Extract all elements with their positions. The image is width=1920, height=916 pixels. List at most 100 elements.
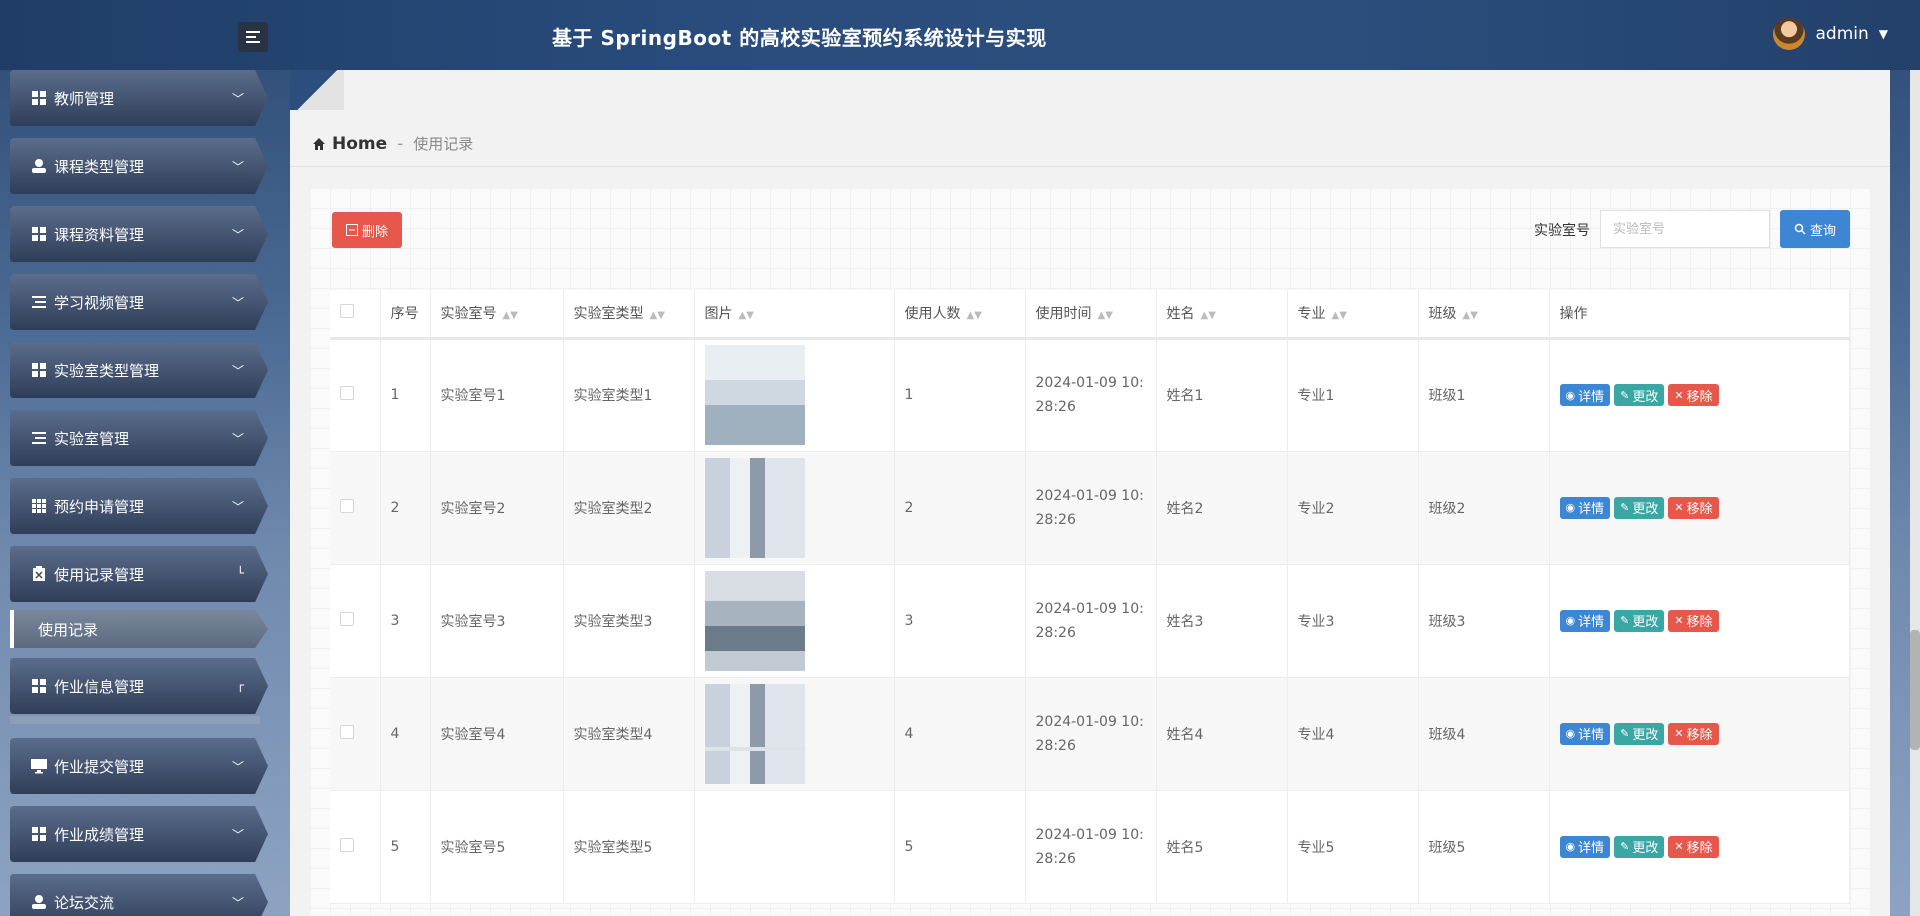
sort-icon[interactable]: ▲▼	[1098, 310, 1113, 321]
user-menu[interactable]: admin ▼	[1773, 18, 1888, 50]
edit-button[interactable]: ✎ 更改	[1614, 835, 1665, 858]
sort-icon[interactable]: ▲▼	[967, 310, 982, 321]
header-lab-no[interactable]: 实验室号 ▲▼	[430, 290, 564, 340]
corner-expand-icon: ┌	[236, 678, 244, 692]
remove-button[interactable]: ✕ 移除	[1668, 835, 1719, 858]
search-button[interactable]: 查询	[1780, 210, 1850, 248]
edit-button[interactable]: ✎ 更改	[1614, 609, 1665, 632]
edit-icon: ✎	[1620, 840, 1630, 853]
row-checkbox[interactable]	[340, 386, 354, 400]
cell-class: 班级3	[1418, 564, 1550, 678]
detail-button[interactable]: ◉ 详情	[1559, 835, 1611, 858]
cell-select[interactable]	[330, 338, 381, 452]
header-lab-type[interactable]: 实验室类型 ▲▼	[563, 290, 695, 340]
lab-photo[interactable]	[704, 345, 805, 445]
sort-icon[interactable]: ▲▼	[1463, 310, 1478, 321]
close-icon: ✕	[1674, 501, 1684, 514]
sidebar-item[interactable]: 作业信息管理 ┌	[10, 658, 268, 714]
header-count[interactable]: 使用人数 ▲▼	[894, 290, 1026, 340]
action-label: 移除	[1686, 728, 1713, 743]
chevron-down-icon: ﹀	[231, 896, 244, 910]
sidebar-item[interactable]: 实验室类型管理 ﹀	[10, 342, 268, 398]
eye-icon: ◉	[1565, 727, 1576, 740]
row-checkbox[interactable]	[340, 611, 354, 626]
header-time[interactable]: 使用时间 ▲▼	[1025, 290, 1157, 340]
header-name[interactable]: 姓名 ▲▼	[1156, 290, 1288, 340]
sidebar-item[interactable]: 使用记录管理 └	[10, 546, 268, 602]
lab-photo[interactable]	[704, 683, 805, 784]
sidebar-item[interactable]: 课程资料管理 ﹀	[10, 206, 268, 262]
table-row[interactable]: 4 实验室号4 实验室类型4 4 2024-01-09 10:28:26 姓名4 专业4 班级…	[330, 677, 1850, 791]
table-row[interactable]: 3 实验室号3 实验室类型3 3 2024-01-09 10:28:26 姓名3 专业3 班级…	[330, 564, 1850, 678]
sidebar-item-label: 使用记录管理	[54, 565, 145, 584]
action-label: 详情	[1578, 389, 1605, 405]
cell-name: 姓名2	[1156, 451, 1288, 565]
sort-icon[interactable]: ▲▼	[1201, 310, 1216, 321]
chevron-down-icon: ﹀	[231, 364, 244, 378]
sort-icon[interactable]: ▲▼	[739, 310, 754, 321]
action-label: 更改	[1632, 615, 1659, 630]
lab-photo[interactable]	[704, 570, 805, 671]
cell-lab-type: 实验室类型5	[563, 790, 695, 904]
cell-name: 姓名4	[1156, 677, 1288, 791]
sort-icon[interactable]: ▲▼	[503, 310, 518, 321]
sidebar-item[interactable]: 预约申请管理 ﹀	[10, 478, 268, 534]
header-image[interactable]: 图片 ▲▼	[694, 290, 895, 340]
edit-button[interactable]: ✎ 更改	[1614, 722, 1665, 745]
cell-select[interactable]	[330, 790, 381, 904]
header-class[interactable]: 班级 ▲▼	[1418, 290, 1550, 340]
sidebar-item[interactable]: 课程类型管理 ﹀	[10, 138, 268, 194]
row-actions: ◉ 详情 ✎ 更改 ✕ 移除	[1559, 835, 1840, 858]
breadcrumb-home[interactable]: Home	[332, 134, 387, 154]
remove-button[interactable]: ✕ 移除	[1668, 722, 1719, 745]
edit-button[interactable]: ✎ 更改	[1614, 496, 1665, 519]
sort-icon[interactable]: ▲▼	[650, 310, 665, 321]
sidebar-subitem-usage-record[interactable]: 使用记录	[10, 610, 268, 648]
grid-icon	[30, 89, 48, 107]
search-input[interactable]	[1600, 210, 1770, 248]
detail-button[interactable]: ◉ 详情	[1559, 722, 1611, 745]
table-row[interactable]: 2 实验室号2 实验室类型2 2 2024-01-09 10:28:26 姓名2 专业2 班级…	[330, 451, 1850, 565]
sidebar-item[interactable]: 作业成绩管理 ﹀	[10, 806, 268, 862]
sidebar-item[interactable]: 学习视频管理 ﹀	[10, 274, 268, 330]
username: admin	[1815, 24, 1869, 44]
cell-count: 4	[894, 677, 1026, 791]
lab-photo[interactable]	[704, 746, 805, 751]
sort-icon[interactable]: ▲▼	[1332, 310, 1347, 321]
table-header-row: 序号 实验室号 ▲▼ 实验室类型 ▲▼ 图片 ▲▼ 使用人数 ▲▼ 使用时间 ▲▼ 姓名 ▲…	[330, 290, 1850, 340]
row-checkbox[interactable]	[340, 837, 354, 852]
cell-no: 3	[380, 564, 431, 678]
row-actions: ◉ 详情 ✎ 更改 ✕ 移除	[1559, 384, 1840, 406]
edit-button[interactable]: ✎ 更改	[1614, 384, 1665, 406]
table-row[interactable]: 1 实验室号1 实验室类型1 1 2024-01-09 10:28:26 姓名1 专业1 班级…	[330, 338, 1850, 452]
cell-time: 2024-01-09 10:28:26	[1025, 677, 1157, 791]
detail-button[interactable]: ◉ 详情	[1559, 496, 1611, 519]
row-checkbox[interactable]	[340, 724, 354, 739]
action-label: 移除	[1686, 502, 1713, 517]
detail-button[interactable]: ◉ 详情	[1559, 609, 1611, 632]
page-scrollbar[interactable]	[1910, 70, 1920, 916]
cell-select[interactable]	[330, 451, 381, 565]
cell-select[interactable]	[330, 564, 381, 678]
header-select-all[interactable]	[330, 290, 381, 340]
cell-no: 1	[380, 338, 431, 452]
action-label: 详情	[1578, 841, 1605, 856]
table-row[interactable]: 5 实验室号5 实验室类型5 5 2024-01-09 10:28:26 姓名5 专业5 班级…	[330, 746, 1850, 904]
sidebar-item[interactable]: 实验室管理 ﹀	[10, 410, 268, 466]
remove-button[interactable]: ✕ 移除	[1668, 384, 1719, 406]
sidebar-item[interactable]: 教师管理 ﹀	[10, 70, 268, 126]
sidebar-item[interactable]: 论坛交流 ﹀	[10, 874, 268, 916]
remove-button[interactable]: ✕ 移除	[1668, 609, 1719, 632]
header-major[interactable]: 专业 ▲▼	[1287, 290, 1419, 340]
scrollbar-thumb[interactable]	[1910, 630, 1920, 750]
breadcrumb: Home - 使用记录	[312, 133, 473, 154]
sidebar-item[interactable]: 作业提交管理 ﹀	[10, 738, 268, 794]
select-all-checkbox[interactable]	[340, 304, 354, 319]
detail-button[interactable]: ◉ 详情	[1559, 384, 1611, 406]
cell-select[interactable]	[330, 677, 381, 791]
row-checkbox[interactable]	[340, 498, 354, 513]
remove-button[interactable]: ✕ 移除	[1668, 496, 1719, 519]
delete-button[interactable]: 删除	[332, 212, 402, 248]
lab-photo[interactable]	[704, 457, 805, 558]
menu-toggle-button[interactable]	[238, 22, 268, 52]
